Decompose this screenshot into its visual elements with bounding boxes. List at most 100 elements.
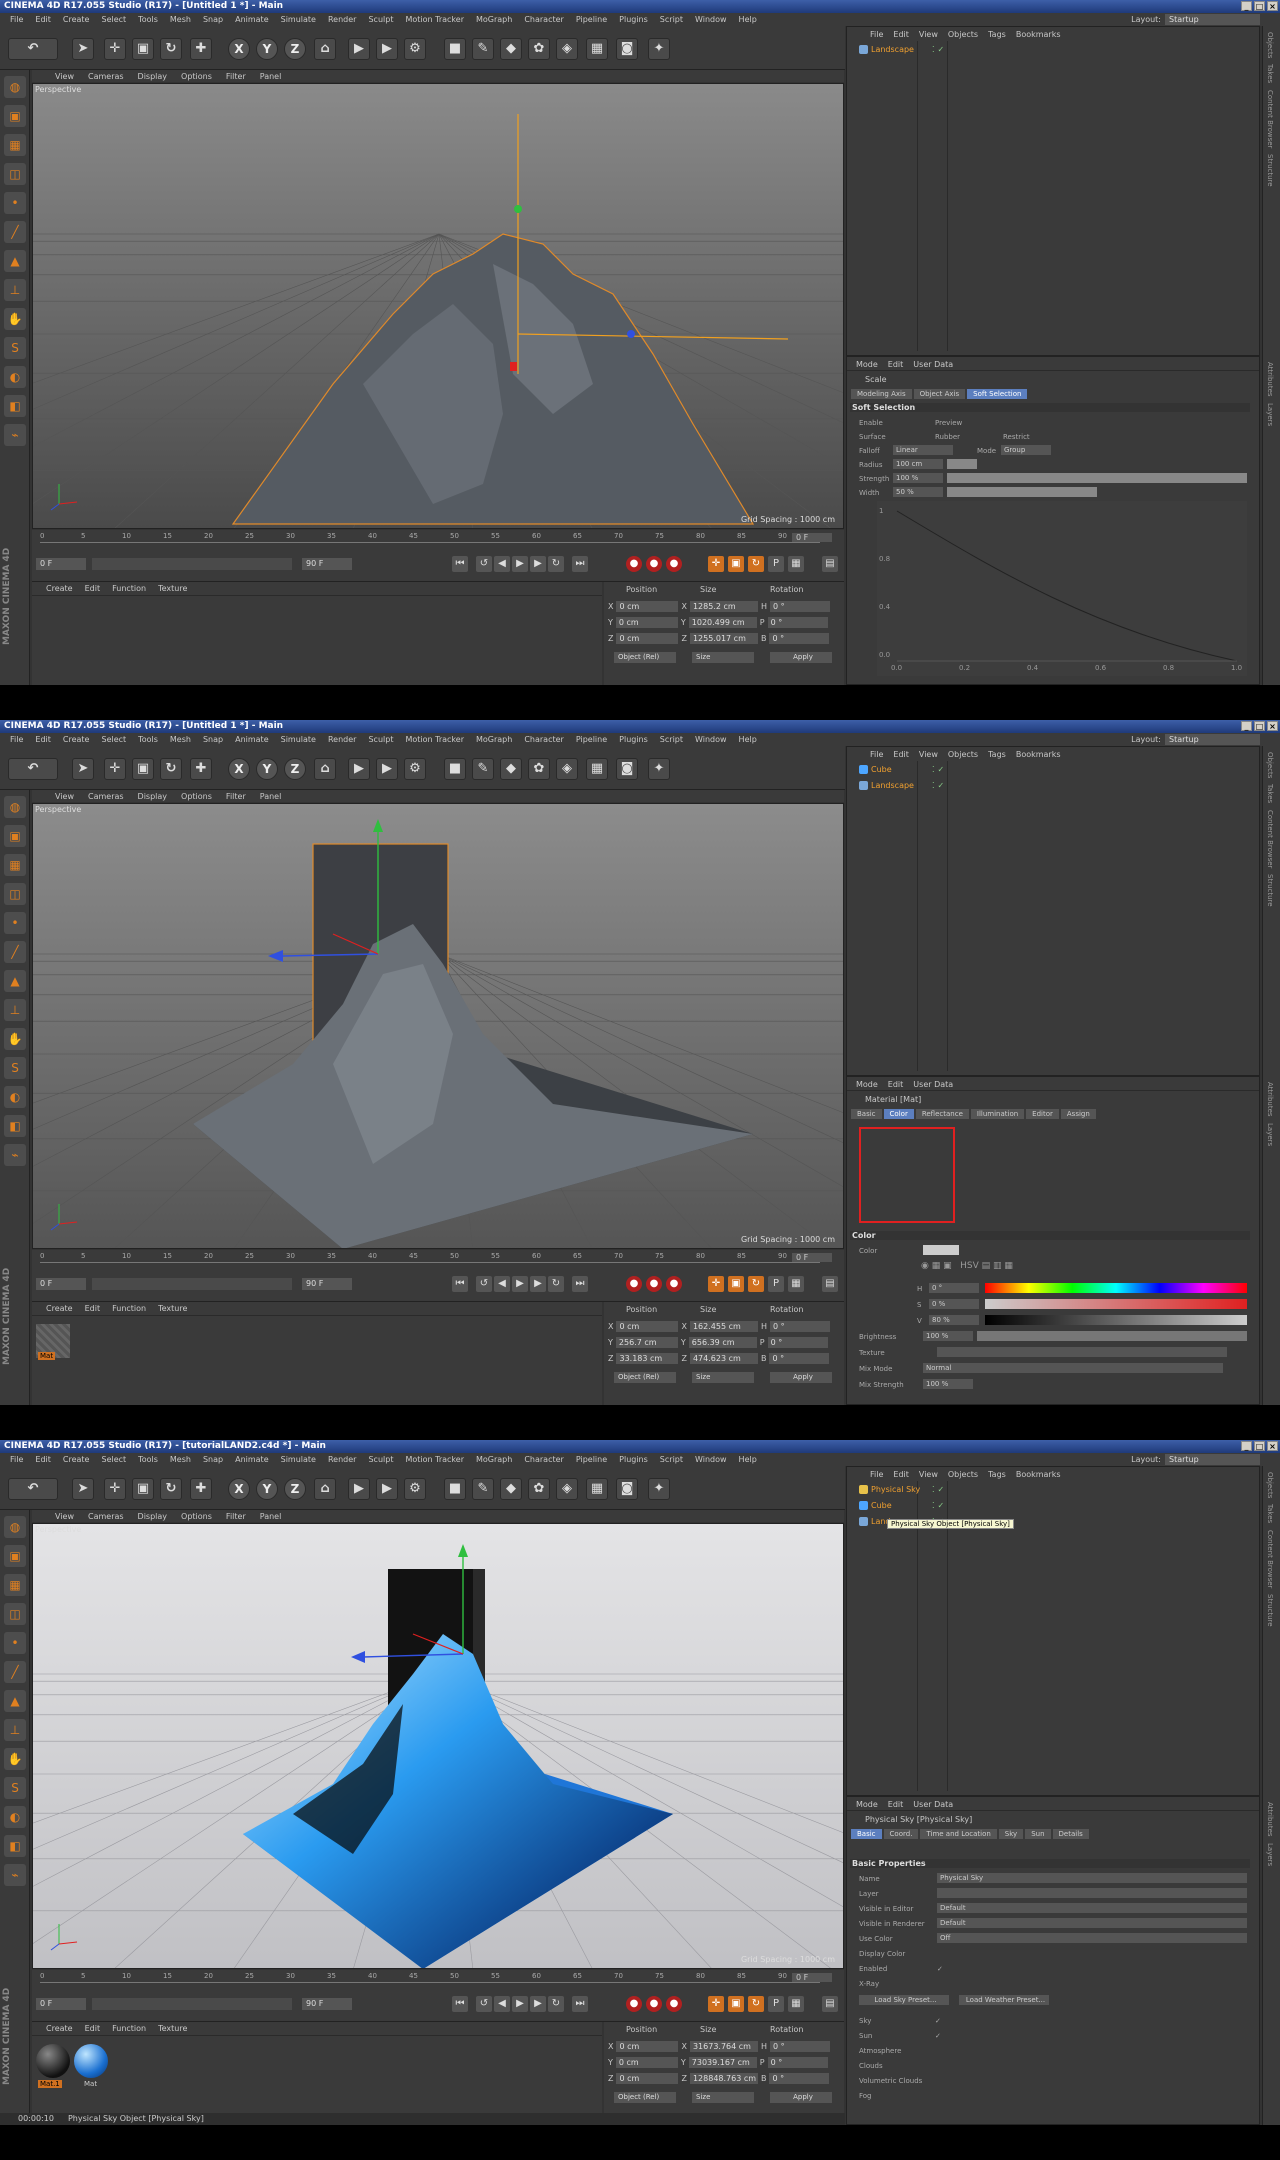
attribute-menu-mode[interactable]: Mode: [851, 1800, 883, 1810]
next-frame-icon[interactable]: ▶: [530, 1276, 546, 1292]
polygons-mode-icon[interactable]: ▲: [4, 970, 26, 992]
sky-option-checkbox[interactable]: ✓: [935, 2015, 941, 2026]
side-tab-layers[interactable]: Layers: [1266, 1123, 1274, 1146]
light-icon[interactable]: ✦: [648, 1478, 670, 1500]
prev-key-icon[interactable]: ↺: [476, 556, 492, 572]
undo-icon[interactable]: ↶: [8, 1478, 58, 1500]
render-settings-icon[interactable]: ⚙: [404, 1478, 426, 1500]
tab-illumination[interactable]: Illumination: [970, 1109, 1025, 1119]
array-icon[interactable]: ✿: [528, 758, 550, 780]
tab-basic[interactable]: Basic: [851, 1829, 882, 1839]
y-axis-icon[interactable]: Y: [256, 1478, 278, 1500]
enabled-check-icon[interactable]: ✓: [938, 1485, 945, 1494]
menu-character[interactable]: Character: [518, 735, 570, 744]
timeline-ruler[interactable]: 0 5 10 15 20 25 30 35 40 45 50 55 60 65 70 75 80 85 90: [40, 1252, 820, 1268]
saturation-slider[interactable]: [985, 1299, 1247, 1309]
menu-file[interactable]: File: [4, 735, 29, 744]
make-editable-icon[interactable]: ◍: [4, 796, 26, 818]
menu-create[interactable]: Create: [57, 15, 96, 24]
attribute-menu-edit[interactable]: Edit: [883, 360, 909, 370]
perspective-viewport[interactable]: Perspective Grid Spacing : 1000 cm: [32, 803, 844, 1249]
menu-mesh[interactable]: Mesh: [164, 1455, 197, 1464]
menu-sculpt[interactable]: Sculpt: [362, 735, 399, 744]
rotation-field[interactable]: 0 °: [769, 1320, 830, 1332]
menu-mesh[interactable]: Mesh: [164, 15, 197, 24]
cube-icon[interactable]: ■: [444, 38, 466, 60]
points-mode-icon[interactable]: •: [4, 1632, 26, 1654]
rotation-field[interactable]: 0 °: [767, 616, 828, 628]
position-field[interactable]: 0 cm: [616, 632, 679, 644]
size-field[interactable]: 474.623 cm: [689, 1352, 758, 1364]
viewport-menu-panel[interactable]: Panel: [253, 792, 289, 801]
soft-selection-icon[interactable]: ◐: [4, 366, 26, 388]
attribute-menu-user-data[interactable]: User Data: [908, 1800, 958, 1810]
next-key-icon[interactable]: ↻: [548, 1276, 564, 1292]
object-name[interactable]: Cube: [871, 1501, 921, 1510]
apply-button[interactable]: Apply: [770, 652, 832, 663]
size-mode-dropdown[interactable]: Size: [692, 652, 754, 663]
size-mode-dropdown[interactable]: Size: [692, 1372, 754, 1383]
menu-edit[interactable]: Edit: [29, 1455, 57, 1464]
autokey-icon[interactable]: ●: [646, 1276, 662, 1292]
move-icon[interactable]: ✛: [104, 1478, 126, 1500]
size-mode-dropdown[interactable]: Size: [692, 2092, 754, 2103]
position-field[interactable]: 256.7 cm: [615, 1336, 678, 1348]
size-field[interactable]: 1285.2 cm: [689, 600, 758, 612]
position-field[interactable]: 0 cm: [615, 616, 678, 628]
menu-snap[interactable]: Snap: [197, 15, 229, 24]
menu-select[interactable]: Select: [95, 15, 132, 24]
color-picker-modes[interactable]: ◉ ▦ ▣ HSV ▤ ▥ ▦: [921, 1261, 1161, 1275]
attribute-menu-mode[interactable]: Mode: [851, 1080, 883, 1090]
end-frame-field[interactable]: 90 F: [302, 1998, 352, 2010]
menu-render[interactable]: Render: [322, 1455, 362, 1464]
key-pla-icon[interactable]: ▦: [788, 556, 804, 572]
property-field[interactable]: Default: [937, 1918, 1247, 1928]
tab-soft-selection[interactable]: Soft Selection: [967, 389, 1028, 399]
layout-selector[interactable]: Layout: Startup: [1131, 1454, 1260, 1465]
menu-file[interactable]: File: [4, 1455, 29, 1464]
material-menu-create[interactable]: Create: [40, 1304, 79, 1315]
prev-key-icon[interactable]: ↺: [476, 1996, 492, 2012]
frame-range-slider[interactable]: [92, 1998, 292, 2010]
autokey-icon[interactable]: ●: [646, 1996, 662, 2012]
menu-animate[interactable]: Animate: [229, 735, 275, 744]
render-picture-viewer-icon[interactable]: ▶: [376, 38, 398, 60]
size-field[interactable]: 31673.764 cm: [689, 2040, 758, 2052]
object-menu-objects[interactable]: Objects: [943, 1470, 983, 1481]
tab-sun[interactable]: Sun: [1025, 1829, 1051, 1839]
menu-script[interactable]: Script: [654, 15, 689, 24]
side-tab-objects[interactable]: Objects: [1266, 32, 1274, 58]
object-row-physical-sky[interactable]: Physical Sky ⁚ ✓: [859, 1483, 944, 1495]
layout-dropdown[interactable]: Startup: [1165, 734, 1260, 745]
material-menu-function[interactable]: Function: [106, 584, 152, 595]
position-field[interactable]: 33.183 cm: [616, 1352, 679, 1364]
position-field[interactable]: 0 cm: [616, 2072, 679, 2084]
render-picture-viewer-icon[interactable]: ▶: [376, 1478, 398, 1500]
menu-script[interactable]: Script: [654, 735, 689, 744]
key-param-icon[interactable]: P: [768, 1996, 784, 2012]
make-editable-icon[interactable]: ◍: [4, 76, 26, 98]
key-rotation-icon[interactable]: ↻: [748, 1276, 764, 1292]
floor-icon[interactable]: ▦: [586, 1478, 608, 1500]
side-tab-attributes[interactable]: Attributes: [1266, 362, 1274, 397]
mix-mode-dropdown[interactable]: Normal: [923, 1363, 1223, 1373]
autokey-icon[interactable]: ●: [646, 556, 662, 572]
key-position-icon[interactable]: ✛: [708, 1276, 724, 1292]
key-rotation-icon[interactable]: ↻: [748, 556, 764, 572]
width-slider[interactable]: [947, 487, 1097, 497]
side-tab-objects[interactable]: Objects: [1266, 752, 1274, 778]
preset-button[interactable]: Load Sky Preset...: [859, 1995, 949, 2005]
menu-create[interactable]: Create: [57, 735, 96, 744]
scale-icon[interactable]: ▣: [132, 758, 154, 780]
material-swatch[interactable]: Mat: [74, 2044, 108, 2088]
tab-reflectance[interactable]: Reflectance: [915, 1109, 969, 1119]
rotation-field[interactable]: 0 °: [769, 1352, 830, 1364]
key-position-icon[interactable]: ✛: [708, 1996, 724, 2012]
visibility-dots-icon[interactable]: ⁚: [932, 45, 935, 54]
object-menu-bookmarks[interactable]: Bookmarks: [1011, 1470, 1066, 1481]
menu-window[interactable]: Window: [689, 15, 733, 24]
maximize-icon[interactable]: □: [1254, 1, 1265, 11]
minimize-icon[interactable]: _: [1241, 721, 1252, 731]
menu-edit[interactable]: Edit: [29, 15, 57, 24]
timeline-ruler[interactable]: 0 5 10 15 20 25 30 35 40 45 50 55 60 65 70 75 80 85 90: [40, 1972, 820, 1988]
